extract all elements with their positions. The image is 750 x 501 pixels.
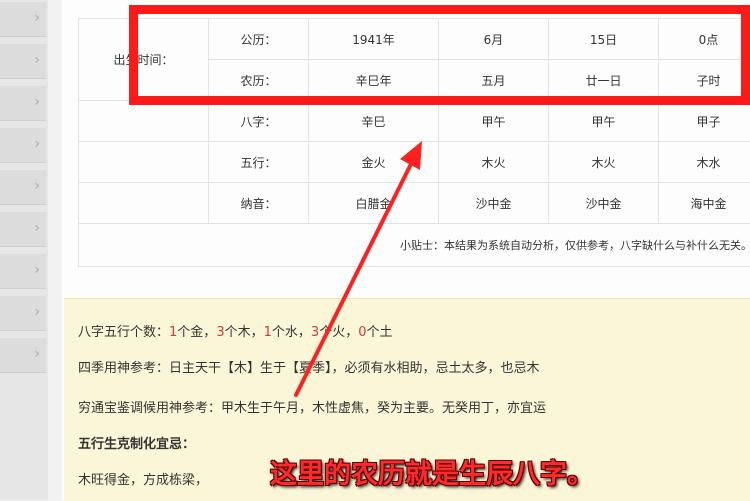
partial-line: 木旺得金，方成栋梁，	[78, 469, 208, 488]
count-number: 3	[216, 325, 224, 340]
nayin-day: 沙中金	[549, 183, 659, 224]
sidebar: › › › › › › › › ›	[0, 0, 48, 500]
wuxing-year: 金火	[309, 142, 439, 183]
chevron-right-icon: ›	[34, 220, 40, 236]
wuxing-count-line: 八字五行个数：1个金，3个木，1个水，3个火，0个土	[78, 321, 393, 340]
sidebar-item[interactable]: ›	[0, 296, 46, 331]
bazi-label: 八字：	[209, 101, 309, 142]
count-text: 个火，	[319, 325, 358, 340]
chevron-right-icon: ›	[34, 346, 40, 362]
wuxing-month: 木火	[439, 142, 549, 183]
table-row-bazi: 八字： 辛巳 甲午 甲午 甲子	[79, 101, 750, 142]
chevron-right-icon: ›	[34, 136, 40, 152]
chevron-right-icon: ›	[34, 94, 40, 110]
wuxing-label: 五行：	[209, 142, 309, 183]
table-row-tip: 小贴士：本结果为系统自动分析，仅供参考，八字缺什么与补什么无关。	[79, 224, 750, 267]
count-text: 个土	[366, 325, 392, 340]
sidebar-item[interactable]: ›	[0, 2, 46, 37]
count-number: 1	[264, 325, 272, 340]
nayin-label: 纳音：	[209, 183, 309, 224]
chevron-right-icon: ›	[34, 178, 40, 194]
empty-cell	[79, 142, 209, 183]
section-title: 五行生克制化宜忌：	[78, 433, 195, 452]
chevron-right-icon: ›	[34, 262, 40, 278]
sidebar-item[interactable]: ›	[0, 86, 46, 121]
season-line: 四季用神参考：日主天干【木】生于【夏季】，必须有水相助，忌土太多，也忌木	[78, 357, 540, 376]
tip-text: 小贴士：本结果为系统自动分析，仅供参考，八字缺什么与补什么无关。	[79, 224, 750, 267]
table-row-wuxing: 五行： 金火 木火 木火 木水	[79, 142, 750, 183]
sidebar-item[interactable]: ›	[0, 128, 46, 163]
nayin-year: 白腊金	[309, 183, 439, 224]
nayin-month: 沙中金	[439, 183, 549, 224]
bazi-hour: 甲子	[659, 101, 750, 142]
empty-cell	[79, 101, 209, 142]
count-text: 个水，	[272, 325, 311, 340]
chevron-right-icon: ›	[34, 10, 40, 26]
empty-cell	[79, 183, 209, 224]
counts-label: 八字五行个数：	[78, 325, 169, 340]
qiongtong-line: 穷通宝鉴调候用神参考：甲木生于午月，木性虚焦，癸为主要。无癸用丁，亦宜运	[78, 397, 546, 416]
sidebar-item[interactable]: ›	[0, 170, 46, 205]
nayin-hour: 海中金	[659, 183, 750, 224]
bazi-month: 甲午	[439, 101, 549, 142]
chevron-right-icon: ›	[34, 52, 40, 68]
table-row-nayin: 纳音： 白腊金 沙中金 沙中金 海中金	[79, 183, 750, 224]
chevron-right-icon: ›	[34, 304, 40, 320]
sidebar-item[interactable]: ›	[0, 338, 46, 373]
wuxing-day: 木火	[549, 142, 659, 183]
bazi-day: 甲午	[549, 101, 659, 142]
bazi-year: 辛巳	[309, 101, 439, 142]
sidebar-item[interactable]: ›	[0, 212, 46, 247]
count-number: 3	[311, 325, 319, 340]
sidebar-item[interactable]: ›	[0, 254, 46, 289]
count-text: 个金，	[177, 325, 216, 340]
sidebar-item[interactable]: ›	[0, 44, 46, 79]
wuxing-hour: 木水	[659, 142, 750, 183]
count-text: 个木，	[225, 325, 264, 340]
annotation-caption: 这里的农历就是生辰八字。	[270, 452, 594, 491]
highlight-box	[129, 5, 750, 105]
